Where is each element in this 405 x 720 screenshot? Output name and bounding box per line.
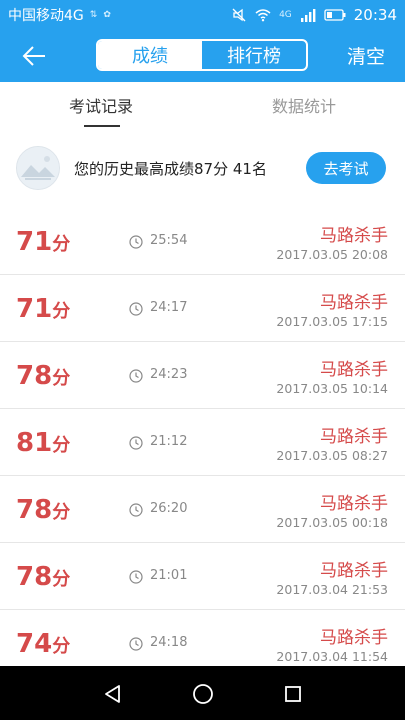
record-score: 74分 [16, 629, 70, 662]
record-score-value: 74 [16, 629, 53, 659]
signal-icon [300, 9, 316, 22]
data-indicator-icon: ⇅ [89, 10, 98, 20]
take-exam-button[interactable]: 去考试 [306, 152, 386, 184]
record-score-value: 71 [16, 294, 53, 324]
back-triangle-icon [105, 685, 120, 703]
recents-square-icon [285, 686, 301, 702]
record-score-value: 78 [16, 495, 53, 525]
tab-exam-records[interactable]: 考试记录 [0, 82, 202, 128]
nav-back-button[interactable] [99, 680, 127, 708]
record-score-unit: 分 [52, 234, 71, 255]
record-row[interactable]: 78分 24:23 马路杀手 2017.03.05 10:14 [0, 342, 405, 409]
records-list: 71分 25:54 马路杀手 2017.03.05 20:08 71分 24:17 马路杀手… [0, 208, 405, 677]
avatar [16, 146, 60, 190]
clear-button[interactable]: 清空 [347, 42, 385, 69]
record-title: 马路杀手 [320, 494, 388, 514]
record-row[interactable]: 71分 25:54 马路杀手 2017.03.05 20:08 [0, 208, 405, 275]
record-score: 71分 [16, 227, 70, 260]
record-duration: 21:12 [150, 434, 188, 449]
segment-scores[interactable]: 成绩 [98, 41, 202, 69]
network-type-label: 4G [279, 10, 292, 20]
record-duration: 21:01 [150, 568, 188, 583]
record-datetime: 2017.03.04 21:53 [276, 582, 388, 597]
record-title: 马路杀手 [320, 226, 388, 246]
record-row[interactable]: 71分 24:17 马路杀手 2017.03.05 17:15 [0, 275, 405, 342]
record-row[interactable]: 78分 26:20 马路杀手 2017.03.05 00:18 [0, 476, 405, 543]
mountain-landscape-icon [17, 147, 59, 189]
arrow-left-icon [22, 46, 45, 66]
wifi-icon [255, 9, 271, 22]
record-row[interactable]: 78分 21:01 马路杀手 2017.03.04 21:53 [0, 543, 405, 610]
best-score-panel: 您的历史最高成绩87分 41名 去考试 [0, 128, 405, 209]
record-score-unit: 分 [52, 435, 71, 456]
clock-icon [129, 637, 143, 651]
home-circle-icon [193, 684, 213, 704]
status-right: 4G 20:34 [231, 6, 405, 24]
record-title: 马路杀手 [320, 628, 388, 648]
mute-icon [232, 8, 246, 22]
record-score-unit: 分 [52, 502, 71, 523]
record-duration: 24:23 [150, 367, 188, 382]
segmented-control: 成绩 排行榜 [96, 39, 308, 71]
clock-icon [129, 235, 143, 249]
record-datetime: 2017.03.05 10:14 [276, 381, 388, 396]
record-score: 78分 [16, 361, 70, 394]
record-datetime: 2017.03.04 11:54 [276, 649, 388, 664]
back-button[interactable] [18, 42, 50, 70]
carrier-label: 中国移动4G [8, 8, 84, 24]
status-left: 中国移动4G ⇅ ✿ [0, 5, 111, 25]
status-bar: 中国移动4G ⇅ ✿ 4G 20:34 [0, 0, 405, 30]
nav-home-button[interactable] [189, 680, 217, 708]
record-duration: 25:54 [150, 233, 188, 248]
record-score-unit: 分 [52, 301, 71, 322]
record-score-unit: 分 [52, 636, 71, 657]
record-datetime: 2017.03.05 17:15 [276, 314, 388, 329]
record-duration: 26:20 [150, 501, 188, 516]
record-score: 71分 [16, 294, 70, 327]
clock-icon [129, 436, 143, 450]
tab-statistics[interactable]: 数据统计 [203, 82, 405, 128]
nav-recents-button[interactable] [279, 680, 307, 708]
record-score-value: 71 [16, 227, 53, 257]
record-score: 78分 [16, 495, 70, 528]
clock-icon [129, 369, 143, 383]
record-score-unit: 分 [52, 368, 71, 389]
screen: 中国移动4G ⇅ ✿ 4G 20:34 成绩 排行榜 清空 考试记录 数据统计 … [0, 0, 405, 720]
best-score-text: 您的历史最高成绩87分 41名 [74, 160, 267, 178]
notification-icon: ✿ [103, 10, 111, 20]
record-duration: 24:17 [150, 300, 188, 315]
record-score-value: 81 [16, 428, 53, 458]
record-datetime: 2017.03.05 00:18 [276, 515, 388, 530]
clock-time: 20:34 [353, 6, 397, 24]
record-title: 马路杀手 [320, 360, 388, 380]
record-score-unit: 分 [52, 569, 71, 590]
sub-tabs: 考试记录 数据统计 [0, 82, 405, 129]
record-score: 78分 [16, 562, 70, 595]
record-row[interactable]: 81分 21:12 马路杀手 2017.03.05 08:27 [0, 409, 405, 476]
clock-icon [129, 570, 143, 584]
system-nav-bar [0, 666, 405, 720]
active-tab-indicator [84, 125, 120, 127]
battery-icon [324, 9, 346, 21]
clock-icon [129, 302, 143, 316]
record-score-value: 78 [16, 361, 53, 391]
record-datetime: 2017.03.05 20:08 [276, 247, 388, 262]
record-duration: 24:18 [150, 635, 188, 650]
segment-leaderboard[interactable]: 排行榜 [202, 41, 306, 69]
record-datetime: 2017.03.05 08:27 [276, 448, 388, 463]
record-title: 马路杀手 [320, 561, 388, 581]
record-score-value: 78 [16, 562, 53, 592]
record-title: 马路杀手 [320, 427, 388, 447]
record-score: 81分 [16, 428, 70, 461]
app-header: 成绩 排行榜 清空 [0, 30, 405, 82]
record-title: 马路杀手 [320, 293, 388, 313]
clock-icon [129, 503, 143, 517]
